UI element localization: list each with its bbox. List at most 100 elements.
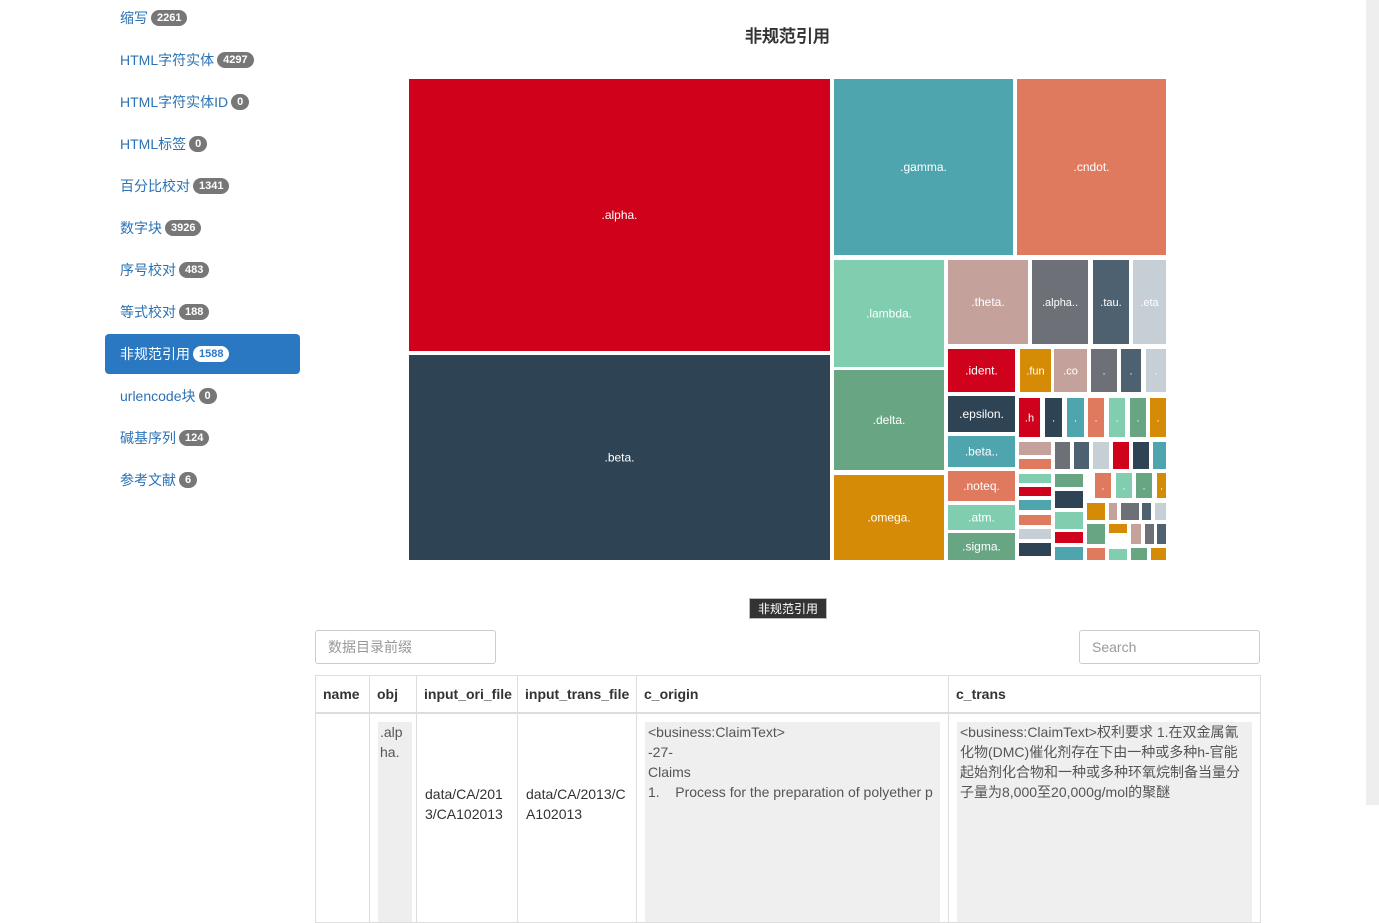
sidebar-item-label: 百分比校对	[120, 178, 190, 194]
sidebar-item-5[interactable]: 数字块 3926	[105, 208, 300, 248]
count-badge: 4297	[217, 52, 254, 68]
treemap-mini-tile[interactable]	[1145, 524, 1154, 544]
treemap-mini-tile[interactable]	[1019, 474, 1051, 483]
treemap-mini-tile[interactable]	[1055, 512, 1083, 529]
treemap-tile-label: .alpha.	[601, 208, 637, 222]
count-badge: 1341	[193, 178, 230, 194]
sidebar-item-9[interactable]: urlencode块 0	[105, 376, 300, 416]
window-edge	[1366, 0, 1379, 805]
treemap-tile-label: .alpha..	[1042, 297, 1078, 309]
sidebar-item-7[interactable]: 等式校对 188	[105, 292, 300, 332]
obj-code: .alpha.	[378, 722, 412, 922]
cell-input-trans-file: data/CA/2013/CA102013	[517, 712, 637, 923]
column-header-input-ori-file[interactable]: input_ori_file	[416, 675, 518, 714]
treemap-mini-tile[interactable]	[1087, 524, 1105, 544]
treemap-mini-tile[interactable]	[1019, 529, 1051, 539]
treemap-mini-tile[interactable]	[1151, 548, 1166, 560]
sidebar-item-label: HTML字符实体	[120, 52, 215, 68]
sidebar-item-label: 缩写	[120, 10, 148, 26]
treemap-mini-tile[interactable]	[1019, 442, 1051, 455]
count-badge: 0	[231, 94, 250, 110]
treemap-tile-label: .	[1074, 413, 1077, 425]
treemap-tile-label: .	[1156, 413, 1159, 425]
count-badge: 6	[179, 472, 198, 488]
sidebar-item-11[interactable]: 参考文献 6	[105, 460, 300, 500]
treemap-mini-tile[interactable]	[1157, 524, 1166, 544]
treemap-tile-label: .eta	[1140, 297, 1159, 309]
sidebar-item-6[interactable]: 序号校对 483	[105, 250, 300, 290]
column-header-name[interactable]: name	[315, 675, 370, 714]
treemap-tile-label: .noteq.	[963, 479, 1000, 493]
treemap-tile-label: .ident.	[965, 364, 998, 378]
treemap-mini-tile[interactable]	[1109, 503, 1117, 520]
sidebar-item-label: 碱基序列	[120, 430, 176, 446]
treemap-mini-tile[interactable]	[1087, 548, 1105, 560]
treemap-chart: .alpha. .beta. .gamma. .cndot. .lambda. .delt…	[409, 79, 1166, 560]
sidebar-item-4[interactable]: 百分比校对 1341	[105, 166, 300, 206]
treemap-mini-tile[interactable]	[1019, 543, 1051, 556]
cell-input-ori-file: data/CA/2013/CA102013	[416, 712, 518, 923]
treemap-tile-label: .co	[1063, 366, 1078, 378]
sidebar-item-2[interactable]: HTML字符实体ID 0	[105, 82, 300, 122]
treemap-mini-tile[interactable]	[1109, 549, 1127, 560]
sidebar-item-10[interactable]: 碱基序列 124	[105, 418, 300, 458]
chart-legend-tooltip: 非规范引用	[749, 598, 828, 619]
treemap-mini-tile[interactable]	[1142, 503, 1151, 520]
sidebar-item-1[interactable]: HTML字符实体 4297	[105, 40, 300, 80]
treemap-mini-tile[interactable]	[1055, 491, 1083, 508]
treemap-tile-label: .	[1094, 413, 1097, 425]
search-input[interactable]	[1079, 630, 1260, 664]
cell-name	[315, 712, 370, 923]
treemap-mini-tile[interactable]	[1133, 442, 1149, 469]
treemap-mini-tile[interactable]	[1109, 524, 1127, 533]
data-dir-prefix-input[interactable]	[315, 630, 496, 664]
treemap-mini-tile[interactable]	[1019, 459, 1051, 469]
sidebar-item-label: urlencode块	[120, 388, 196, 404]
column-header-c-trans[interactable]: c_trans	[948, 675, 1261, 714]
count-badge: 0	[189, 136, 208, 152]
treemap-tile-label: .	[1129, 366, 1132, 378]
treemap-tile-label: .h	[1025, 413, 1034, 425]
treemap-mini-tile[interactable]	[1019, 515, 1051, 525]
treemap-tile-label: .beta.	[604, 451, 634, 465]
treemap-mini-tile[interactable]	[1093, 442, 1109, 469]
treemap-mini-tile[interactable]	[1155, 503, 1166, 520]
table-header-row: name obj input_ori_file input_trans_file…	[315, 675, 1261, 714]
table-row[interactable]: .alpha. data/CA/2013/CA102013 data/CA/20…	[315, 712, 1261, 923]
treemap-mini-tile[interactable]	[1055, 532, 1083, 543]
treemap-mini-tile[interactable]	[1019, 500, 1051, 510]
treemap-mini-tile[interactable]	[1113, 442, 1129, 469]
treemap-mini-tile[interactable]	[1087, 503, 1105, 520]
treemap-mini-tile[interactable]	[1055, 547, 1083, 560]
treemap-mini-tile[interactable]	[1019, 487, 1051, 496]
treemap-tile-label: .sigma.	[962, 540, 1001, 554]
sidebar-item-label: 数字块	[120, 220, 162, 236]
treemap-tile-label: .	[1160, 481, 1163, 493]
sidebar-item-0[interactable]: 缩写 2261	[105, 0, 300, 38]
treemap-tile-label: .	[1102, 366, 1105, 378]
sidebar-item-3[interactable]: HTML标签 0	[105, 124, 300, 164]
sidebar-item-label: 等式校对	[120, 304, 176, 320]
treemap-tile-label: .delta.	[873, 413, 906, 427]
c-origin-code: <business:ClaimText> -27- Claims 1. Proc…	[645, 722, 940, 922]
treemap-tile-label: .	[1122, 481, 1125, 493]
treemap-tile-label: .lambda.	[866, 307, 912, 321]
treemap-mini-tile[interactable]	[1055, 442, 1070, 469]
cell-c-origin: <business:ClaimText> -27- Claims 1. Proc…	[636, 712, 949, 923]
treemap-mini-tile[interactable]	[1131, 548, 1147, 560]
sidebar-item-label: HTML字符实体ID	[120, 94, 229, 110]
column-header-obj[interactable]: obj	[369, 675, 417, 714]
treemap-mini-tile[interactable]	[1153, 442, 1166, 469]
treemap-mini-tile[interactable]	[1074, 442, 1089, 469]
treemap-mini-tile[interactable]	[1131, 524, 1141, 544]
count-badge: 3926	[165, 220, 202, 236]
count-badge: 188	[179, 304, 210, 320]
cell-c-trans: <business:ClaimText>权利要求 1.在双金属氰化物(DMC)催…	[948, 712, 1261, 923]
count-badge: 1588	[193, 346, 230, 362]
column-header-input-trans-file[interactable]: input_trans_file	[517, 675, 637, 714]
treemap-mini-tile[interactable]	[1055, 474, 1083, 487]
sidebar-item-8[interactable]: 非规范引用 1588	[105, 334, 300, 374]
sidebar-item-label: 参考文献	[120, 472, 176, 488]
treemap-mini-tile[interactable]	[1121, 503, 1139, 520]
column-header-c-origin[interactable]: c_origin	[636, 675, 949, 714]
